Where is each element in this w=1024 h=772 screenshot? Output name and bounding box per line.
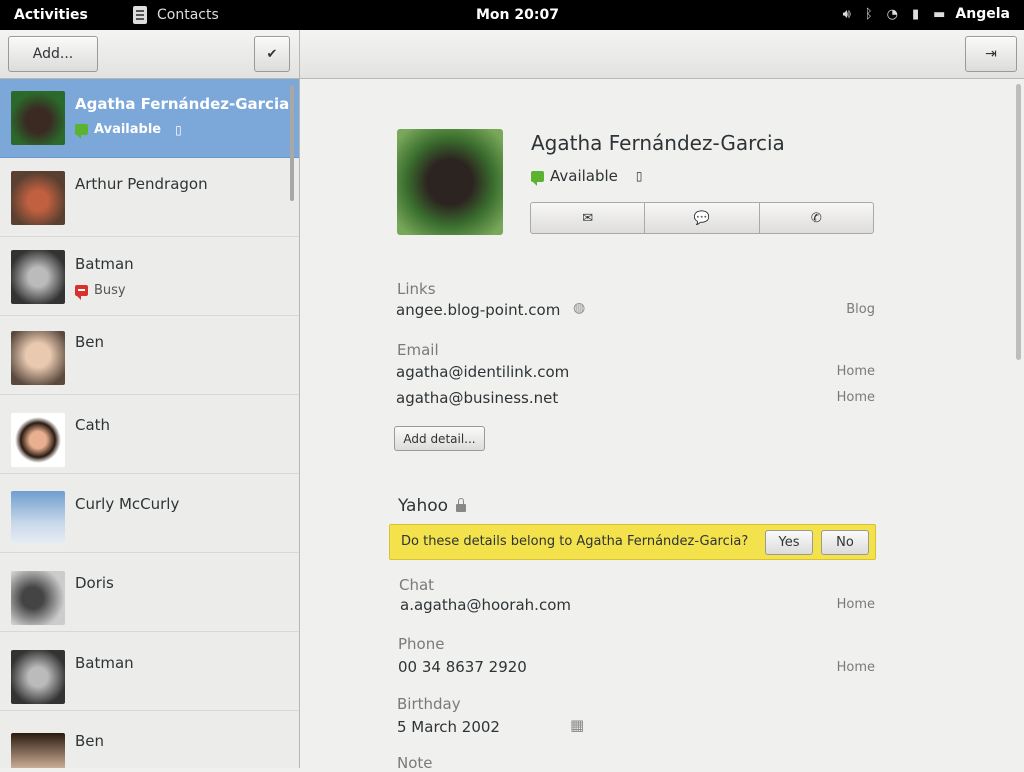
select-done-button[interactable]: ✔ — [254, 36, 290, 72]
contact-status: Busy — [75, 283, 126, 300]
toolbar-separator — [299, 30, 300, 78]
email-value[interactable]: agatha@business.net — [396, 389, 558, 407]
link-suggestion-bar: Do these details belong to Agatha Fernán… — [389, 524, 876, 560]
list-item-contact[interactable]: Batman Busy — [0, 237, 299, 316]
avatar — [11, 650, 65, 704]
contact-name: Doris — [75, 574, 114, 592]
mobile-phone-icon: ▯ — [635, 169, 643, 183]
avatar — [11, 413, 65, 467]
clock[interactable]: Mon 20:07 — [476, 7, 559, 23]
list-item-contact[interactable]: Ben — [0, 711, 299, 768]
contact-list[interactable]: Agatha Fernández-Garcia Available ▯ Arth… — [0, 79, 300, 768]
avatar — [11, 91, 65, 145]
call-button[interactable]: ✆ — [758, 203, 873, 233]
mobile-phone-icon: ▯ — [175, 122, 182, 137]
web-icon[interactable]: ◍ — [573, 300, 585, 316]
lock-icon — [456, 498, 467, 512]
birthday-value[interactable]: 5 March 2002 — [397, 718, 500, 736]
chat-icon[interactable]: ▬ — [933, 7, 945, 22]
chat-label: Chat — [399, 576, 435, 594]
checkmark-icon: ✔ — [266, 46, 278, 62]
contact-status: Available ▯ — [75, 122, 182, 139]
available-icon — [531, 170, 544, 186]
yahoo-section-title: Yahoo — [398, 496, 467, 516]
avatar — [11, 733, 65, 768]
yes-button[interactable]: Yes — [765, 530, 813, 555]
activities-button[interactable]: Activities — [14, 7, 88, 23]
contact-name: Cath — [75, 416, 111, 434]
unlink-button[interactable]: ⇥ — [965, 36, 1017, 72]
list-item-contact[interactable]: Batman — [0, 632, 299, 711]
email-tag: Home — [836, 390, 875, 405]
note-label: Note — [397, 754, 433, 772]
avatar — [11, 250, 65, 304]
add-contact-button[interactable]: Add... — [8, 36, 98, 72]
contact-actions: ✉ 💬 ✆ — [530, 202, 874, 234]
details-scrollbar[interactable] — [1016, 84, 1021, 360]
mail-icon: ✉ — [582, 210, 594, 226]
list-item-contact[interactable]: Doris — [0, 553, 299, 632]
contact-detail-name: Agatha Fernández-Garcia — [531, 131, 785, 155]
birthday-label: Birthday — [397, 695, 461, 713]
chat-tag: Home — [836, 597, 875, 612]
add-detail-button[interactable]: Add detail... — [394, 426, 485, 451]
phone-icon: ✆ — [810, 210, 822, 226]
bluetooth-icon[interactable]: ᛒ — [865, 7, 873, 22]
volume-icon[interactable]: 🔊︎ — [843, 7, 851, 22]
links-label: Links — [397, 280, 436, 298]
chat-value[interactable]: a.agatha@hoorah.com — [400, 596, 571, 614]
exit-icon: ⇥ — [985, 46, 997, 62]
start-chat-button[interactable]: 💬 — [644, 203, 758, 233]
list-item-contact[interactable]: Agatha Fernández-Garcia Available ▯ — [0, 79, 299, 158]
contact-name: Batman — [75, 255, 134, 273]
list-scrollbar[interactable] — [290, 85, 294, 201]
link-tag: Blog — [846, 302, 875, 317]
avatar — [11, 331, 65, 385]
avatar — [11, 491, 65, 545]
list-item-contact[interactable]: Arthur Pendragon — [0, 158, 299, 237]
email-value[interactable]: agatha@identilink.com — [396, 363, 569, 381]
chat-icon: 💬 — [693, 210, 711, 226]
avatar — [11, 171, 65, 225]
busy-icon — [75, 285, 88, 300]
avatar — [11, 571, 65, 625]
app-name: Contacts — [157, 7, 219, 23]
list-item-contact[interactable]: Curly McCurly — [0, 474, 299, 553]
top-bar: Activities Contacts Mon 20:07 🔊︎ ᛒ ◔ ▮ ▬… — [0, 0, 1024, 30]
user-menu[interactable]: Angela — [955, 6, 1010, 22]
contact-name: Curly McCurly — [75, 495, 180, 513]
available-icon — [75, 124, 88, 139]
contact-name: Arthur Pendragon — [75, 175, 208, 193]
app-menu[interactable]: Contacts — [133, 6, 219, 24]
phone-label: Phone — [398, 635, 445, 653]
link-suggestion-question: Do these details belong to Agatha Fernán… — [401, 534, 749, 549]
contact-name: Agatha Fernández-Garcia — [75, 95, 290, 113]
send-email-button[interactable]: ✉ — [531, 203, 644, 233]
battery-icon[interactable]: ▮ — [912, 7, 919, 22]
email-label: Email — [397, 341, 439, 359]
contact-name: Ben — [75, 333, 105, 351]
list-item-contact[interactable]: Cath — [0, 395, 299, 474]
toolbar: Add... ✔ ⇥ — [0, 30, 1024, 79]
phone-value[interactable]: 00 34 8637 2920 — [398, 658, 527, 676]
calendar-icon[interactable]: ▦ — [570, 716, 584, 734]
list-item-contact[interactable]: Ben — [0, 316, 299, 395]
contact-photo[interactable] — [397, 129, 503, 235]
email-tag: Home — [836, 364, 875, 379]
contact-name: Batman — [75, 654, 134, 672]
system-tray: 🔊︎ ᛒ ◔ ▮ ▬ Angela — [829, 6, 1010, 22]
contacts-app-icon — [133, 6, 147, 24]
phone-tag: Home — [836, 660, 875, 675]
wifi-icon[interactable]: ◔ — [887, 7, 898, 22]
no-button[interactable]: No — [821, 530, 869, 555]
link-value[interactable]: angee.blog-point.com — [396, 301, 560, 319]
contact-name: Ben — [75, 732, 105, 750]
contact-detail-status: Available ▯ — [531, 167, 643, 186]
